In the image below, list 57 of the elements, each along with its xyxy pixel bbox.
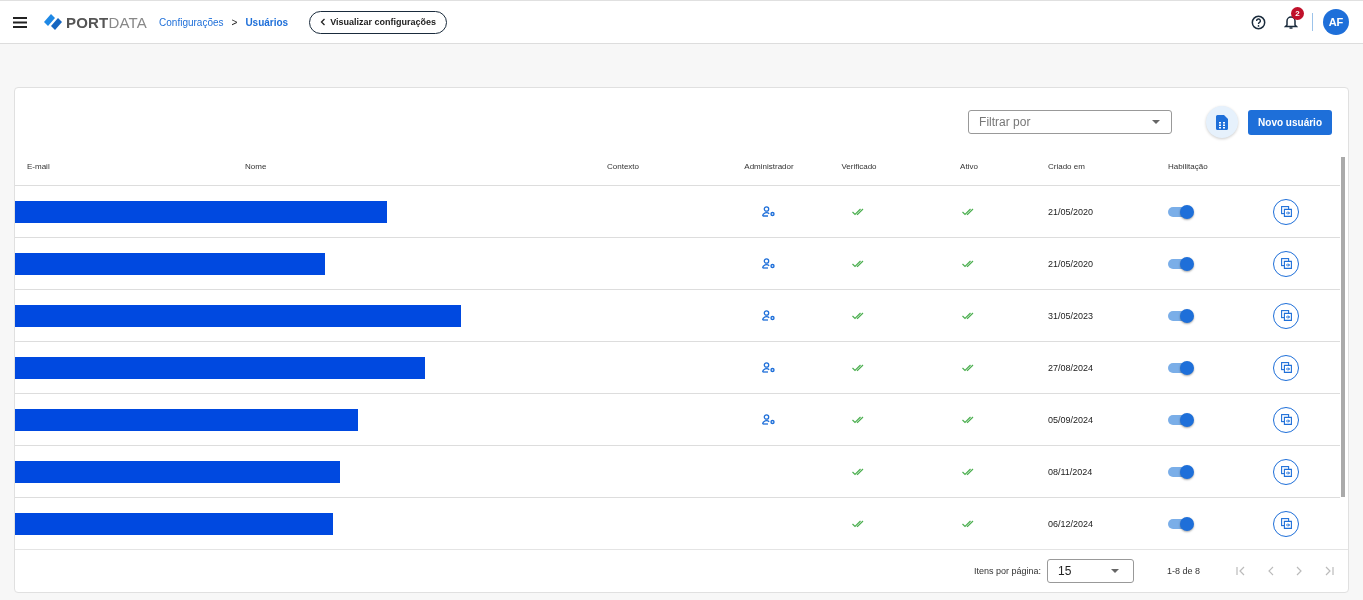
copy-button[interactable] [1273,302,1299,329]
help-icon[interactable] [1251,14,1266,30]
breadcrumb-separator: > [231,16,238,28]
breadcrumb-link[interactable]: Usuários [245,16,289,28]
column-header: Nome [245,161,268,171]
date-cell-text: 05/09/2024 [1047,414,1095,425]
copy-icon [1280,414,1292,425]
date-cell-text: 08/11/2024 [1047,466,1094,477]
copy-icon [1280,206,1292,217]
column-header: Criado em [1047,161,1086,171]
toggle-switch[interactable] [1168,206,1192,217]
menu-icon[interactable] [13,16,27,28]
page-range: 1-8 de 8 [1166,566,1200,576]
column-header: Contexto [607,161,641,171]
copy-button[interactable] [1273,510,1299,537]
copy-icon [1280,518,1292,529]
copy-button[interactable] [1273,406,1299,433]
user-avatar[interactable]: AF [1323,9,1349,35]
toggle-switch[interactable] [1168,362,1192,373]
copy-icon [1280,258,1292,269]
column-header: E-mail [26,161,51,171]
breadcrumb-link[interactable]: Configurações [159,16,224,28]
toggle-switch[interactable] [1168,466,1192,477]
copy-button[interactable] [1273,458,1299,485]
date-cell-text: 31/05/2023 [1047,310,1095,321]
dropdown-caret-icon [1110,569,1119,573]
export-button[interactable] [1206,106,1239,138]
copy-icon [1280,310,1292,321]
date-cell-text: 06/12/2024 [1047,518,1095,529]
page-size-label: Itens por página: [973,566,1041,576]
column-header: Verificado [841,161,877,171]
copy-button[interactable] [1273,354,1299,381]
toggle-switch[interactable] [1168,414,1192,425]
dropdown-caret-icon [1152,120,1161,124]
toggle-switch[interactable] [1168,258,1192,269]
column-header: Administrador [744,161,794,171]
copy-icon [1280,362,1292,373]
copy-icon [1280,466,1292,477]
logo-text: PORTDATA [66,13,148,31]
spreadsheet-icon [1216,114,1229,130]
filter-select[interactable]: Filtrar por [968,110,1173,134]
bell-icon[interactable] [1284,14,1298,30]
logo-icon [43,13,63,31]
copy-button[interactable] [1273,250,1299,277]
notification-badge: 2 [1291,7,1304,20]
date-cell-text: 21/05/2020 [1047,258,1095,269]
toggle-switch[interactable] [1168,310,1192,321]
column-header: Ativo [960,161,978,171]
back-button[interactable]: Visualizar configurações [309,10,448,34]
toggle-switch[interactable] [1168,518,1192,529]
page-size-select[interactable]: 15 [1046,559,1134,583]
new-user-button[interactable]: Novo usuário [1248,109,1332,135]
copy-button[interactable] [1273,198,1299,225]
chevron-left-icon [320,18,327,26]
date-cell-text: 27/08/2024 [1047,362,1095,373]
column-header: Habilitação [1167,161,1209,171]
date-cell-text: 21/05/2020 [1047,206,1095,217]
